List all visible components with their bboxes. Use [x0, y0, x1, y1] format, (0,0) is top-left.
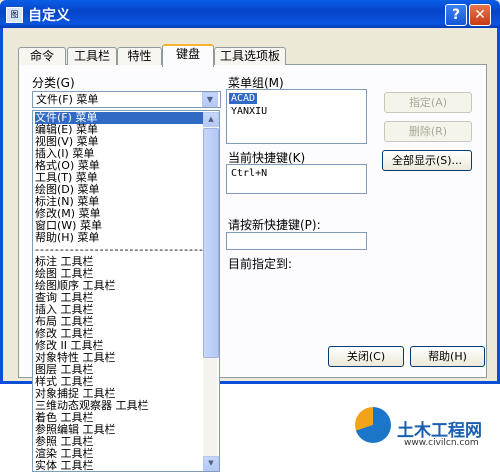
- tab-commands[interactable]: 命令: [18, 47, 66, 65]
- help-button[interactable]: 帮助(H): [410, 346, 485, 367]
- assign-button[interactable]: 指定(A): [384, 92, 472, 113]
- category-listbox[interactable]: 文件(F) 菜单 编辑(E) 菜单 视图(V) 菜单 插入(I) 菜单 格式(O…: [32, 110, 220, 472]
- title-bar[interactable]: [0, 0, 500, 28]
- help-icon[interactable]: ?: [445, 4, 467, 26]
- window-frame-left: [0, 28, 3, 384]
- watermark-logo: [355, 407, 391, 443]
- tab-toolbars[interactable]: 工具栏: [67, 47, 117, 65]
- category-label: 分类(G): [32, 76, 75, 90]
- new-shortcut-label: 请按新快捷键(P):: [228, 218, 321, 232]
- scroll-down-icon[interactable]: ▼: [203, 456, 219, 471]
- chevron-down-icon[interactable]: ▼: [202, 92, 218, 107]
- show-all-button[interactable]: 全部显示(S)...: [382, 150, 472, 171]
- window-title: 自定义: [28, 8, 70, 24]
- category-combo[interactable]: 文件(F) 菜单: [32, 91, 221, 108]
- current-shortcut-value[interactable]: Ctrl+N: [231, 168, 267, 179]
- tab-keyboard[interactable]: 键盘: [162, 44, 214, 67]
- menu-group-item[interactable]: YANXIU: [231, 106, 267, 117]
- delete-button[interactable]: 删除(R): [384, 121, 472, 142]
- app-icon: 图: [6, 7, 23, 23]
- tab-tool-palettes[interactable]: 工具选项板: [214, 47, 286, 65]
- list-item[interactable]: 实体 工具栏: [35, 460, 94, 472]
- watermark-url: www.civilcn.com: [404, 438, 479, 448]
- menu-group-list[interactable]: ACAD YANXIU: [226, 89, 367, 144]
- menu-group-item[interactable]: ACAD: [229, 93, 258, 104]
- scroll-up-icon[interactable]: ▲: [203, 112, 219, 127]
- assigned-to-label: 目前指定到:: [228, 257, 293, 271]
- tab-properties[interactable]: 特性: [117, 47, 162, 65]
- close-icon[interactable]: ✕: [469, 4, 491, 26]
- current-shortcut-list[interactable]: Ctrl+N: [226, 164, 367, 194]
- new-shortcut-input[interactable]: [226, 232, 367, 250]
- close-button[interactable]: 关闭(C): [328, 346, 404, 367]
- scroll-thumb[interactable]: [203, 128, 219, 358]
